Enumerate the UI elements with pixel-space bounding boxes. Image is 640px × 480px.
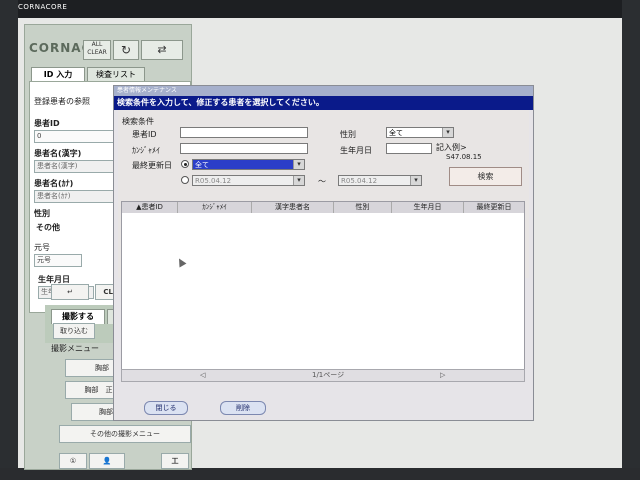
last-update-range-radio[interactable] xyxy=(181,176,189,184)
user-icon: 👤 xyxy=(102,457,112,465)
import-button[interactable]: 取り込む xyxy=(53,323,95,339)
last-update-label: 最終更新日 xyxy=(132,161,172,170)
example-value: S47.08.15 xyxy=(446,153,482,161)
patient-id-field[interactable]: 0 xyxy=(34,130,118,143)
delete-button[interactable]: 削除 xyxy=(220,401,266,415)
search-condition-label: 検索条件 xyxy=(122,117,154,126)
tab-id-input[interactable]: ID 入力 xyxy=(31,67,85,82)
patient-id-label: 患者ID xyxy=(132,130,157,139)
tools-button[interactable]: 工 xyxy=(161,453,189,469)
sex-select-value: 全て xyxy=(389,129,403,137)
info-icon: ① xyxy=(69,457,77,465)
col-sex[interactable]: 性別 xyxy=(334,202,392,213)
range-separator: ～ xyxy=(318,177,326,186)
screen-switch-button[interactable]: ⇄ xyxy=(141,40,183,60)
refresh-button[interactable]: ↻ xyxy=(113,40,139,60)
user-button[interactable]: 👤 xyxy=(89,453,125,469)
close-button[interactable]: 閉じる xyxy=(144,401,188,415)
col-kana-name[interactable]: ｶﾝｼﾞｬﾒｲ xyxy=(178,202,252,213)
instruction-banner: 検索条件を入力して、修正する患者を選択してください。 xyxy=(114,96,533,110)
menu-title: 撮影メニュー xyxy=(51,344,99,353)
example-label: 記入例> xyxy=(436,143,467,152)
date-from-select[interactable]: R05.04.12 ▾ xyxy=(192,175,305,186)
chevron-down-icon: ▾ xyxy=(442,128,453,137)
kana-name-label: 患者名(ｶﾅ) xyxy=(34,179,74,188)
sex-label: 性別 xyxy=(340,130,356,139)
chevron-down-icon: ▾ xyxy=(293,176,304,185)
pager-text: 1/1ページ xyxy=(312,371,345,379)
all-clear-button[interactable]: ALL CLEAR xyxy=(83,40,111,60)
sex-value[interactable]: その他 xyxy=(36,222,60,233)
tab-exam-list[interactable]: 検査リスト xyxy=(87,67,145,82)
era-value: 元号 xyxy=(37,256,51,264)
screen-switch-icon: ⇄ xyxy=(157,43,167,56)
pager-bar: ◁ 1/1ページ ▷ xyxy=(121,369,525,382)
patient-id-input[interactable] xyxy=(180,127,308,138)
col-patient-id[interactable]: ▲患者ID xyxy=(122,202,178,213)
chevron-down-icon: ▾ xyxy=(410,176,421,185)
chevron-down-icon: ▾ xyxy=(293,160,304,169)
col-last-update[interactable]: 最終更新日 xyxy=(464,202,524,213)
birthdate-label: 生年月日 xyxy=(340,146,372,155)
pager-next-icon[interactable]: ▷ xyxy=(440,370,445,381)
tab-shoot[interactable]: 撮影する xyxy=(51,309,105,324)
pager-prev-icon[interactable]: ◁ xyxy=(200,370,205,381)
enter-button[interactable]: ↵ xyxy=(51,284,89,300)
col-kanji-name[interactable]: 漢字患者名 xyxy=(252,202,334,213)
search-button[interactable]: 検索 xyxy=(449,167,522,186)
col-birthdate[interactable]: 生年月日 xyxy=(392,202,464,213)
sex-label: 性別 xyxy=(34,209,50,218)
patient-maintenance-dialog: 患者情報メンテナンス 検索条件を入力して、修正する患者を選択してください。 検索… xyxy=(113,85,534,421)
birthdate-input[interactable] xyxy=(386,143,432,154)
other-menu-button[interactable]: その他の撮影メニュー xyxy=(59,425,191,443)
all-clear-line1: ALL xyxy=(91,41,103,48)
kanji-name-field[interactable]: 患者名(漢字) xyxy=(34,160,118,173)
kana-name-label: ｶﾝｼﾞｬﾒｲ xyxy=(132,146,160,155)
era-label: 元号 xyxy=(34,243,50,252)
monitor-bezel-left xyxy=(0,0,18,480)
date-to-value: R05.04.12 xyxy=(341,177,378,185)
kana-name-field[interactable]: 患者名(ｶﾅ) xyxy=(34,190,118,203)
last-update-mode-value: 全て xyxy=(195,161,209,169)
date-to-select[interactable]: R05.04.12 ▾ xyxy=(338,175,422,186)
last-update-mode-select[interactable]: 全て ▾ xyxy=(192,159,305,170)
kana-name-input[interactable] xyxy=(180,143,308,154)
sex-select[interactable]: 全て ▾ xyxy=(386,127,454,138)
info-button[interactable]: ① xyxy=(59,453,87,469)
tools-icon: 工 xyxy=(171,457,179,465)
dialog-title-bar[interactable]: 患者情報メンテナンス xyxy=(114,86,533,96)
kanji-name-label: 患者名(漢字) xyxy=(34,149,82,158)
monitor-brand: CORNACORE xyxy=(18,3,68,11)
section-title: 登録患者の参照 xyxy=(34,97,90,106)
last-update-all-radio[interactable] xyxy=(181,160,189,168)
patient-id-label: 患者ID xyxy=(34,119,60,128)
date-from-value: R05.04.12 xyxy=(195,177,232,185)
all-clear-line2: CLEAR xyxy=(87,49,107,56)
refresh-icon: ↻ xyxy=(120,43,132,57)
monitor-bezel-right xyxy=(622,0,640,480)
enter-icon: ↵ xyxy=(67,288,73,296)
era-select[interactable]: 元号 xyxy=(34,254,82,267)
results-table-body[interactable] xyxy=(121,213,525,370)
